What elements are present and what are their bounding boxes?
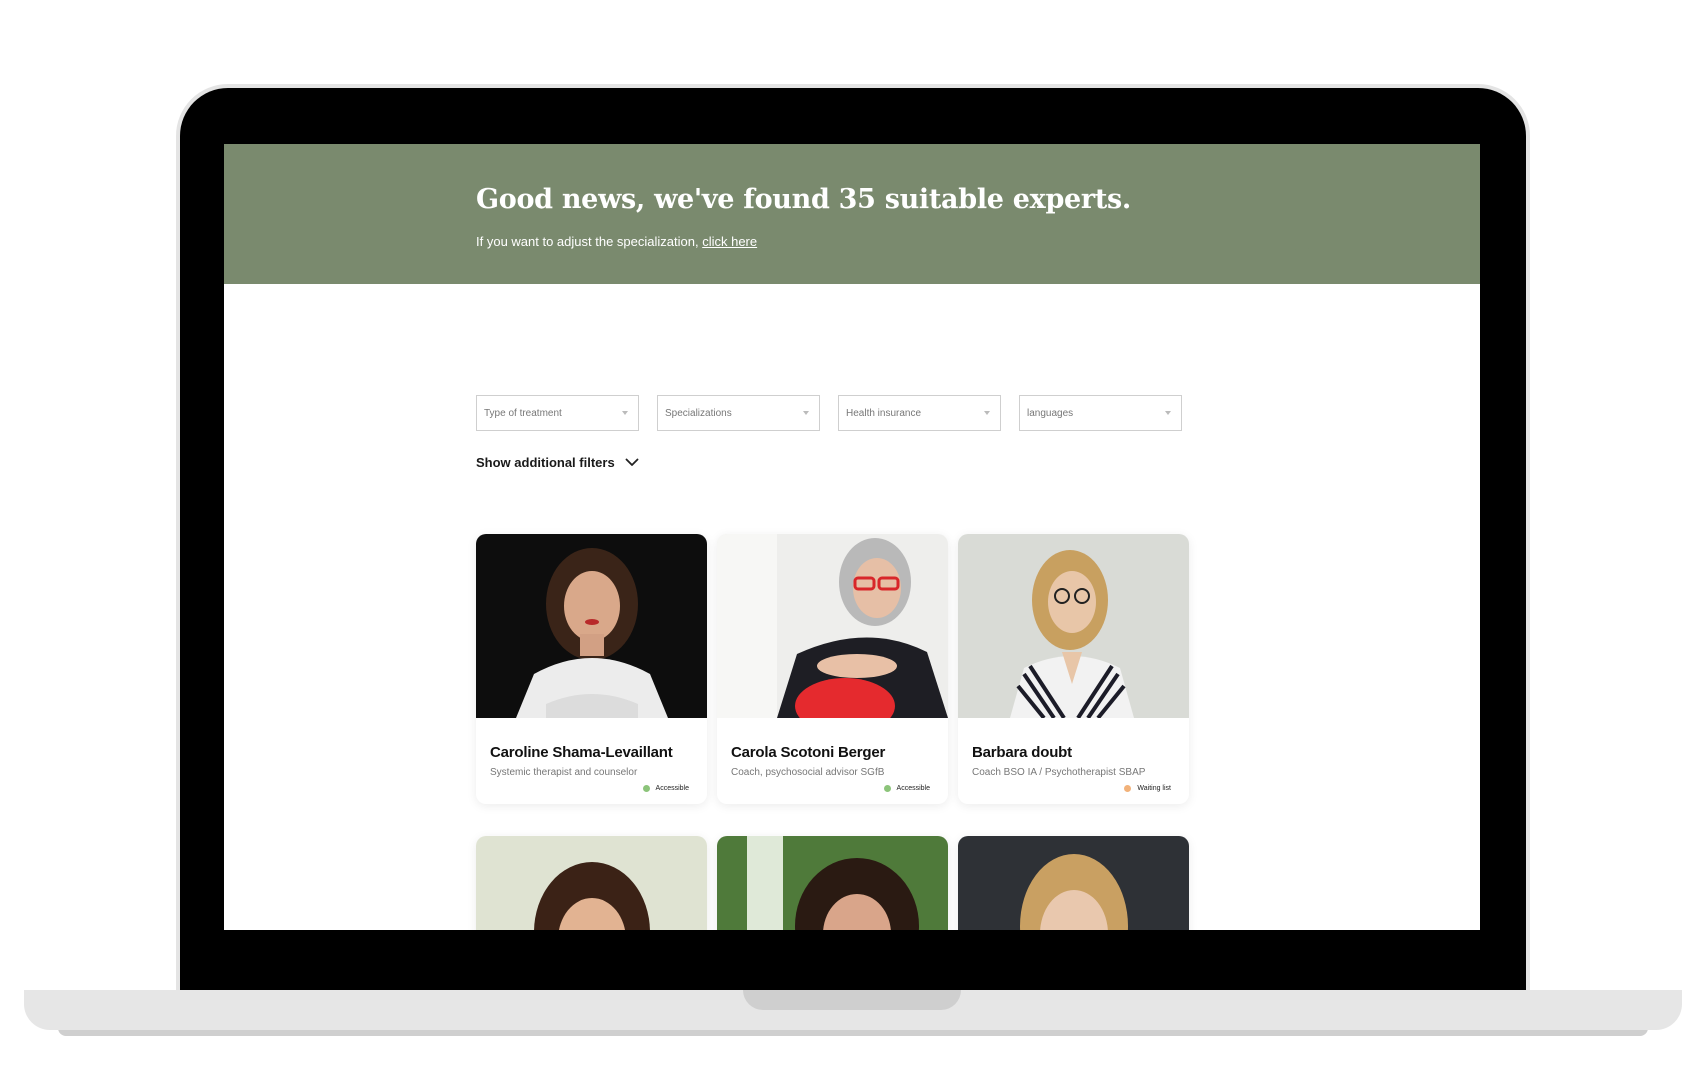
status-dot-icon: [642, 785, 650, 792]
hero-subtitle: If you want to adjust the specialization…: [476, 234, 757, 249]
health-insurance-label: Health insurance: [846, 407, 922, 419]
availability-label: Waiting list: [1137, 785, 1171, 792]
languages-select[interactable]: languages: [1019, 395, 1182, 431]
expert-photo: [717, 534, 948, 718]
expert-card[interactable]: [717, 836, 948, 930]
expert-photo: [958, 836, 1189, 930]
expert-role: Coach BSO IA / Psychotherapist SBAP: [972, 767, 1146, 778]
expert-role: Systemic therapist and counselor: [490, 767, 638, 778]
availability-badge: Accessible: [883, 785, 930, 792]
expert-card-body: Carola Scotoni Berger Coach, psychosocia…: [717, 718, 948, 804]
show-additional-filters-toggle[interactable]: Show additional filters: [476, 455, 639, 470]
adjust-specialization-link[interactable]: click here: [702, 234, 757, 249]
specializations-select[interactable]: Specializations: [657, 395, 820, 431]
expert-photo: [958, 534, 1189, 718]
expert-card[interactable]: Barbara doubt Coach BSO IA / Psychothera…: [958, 534, 1189, 804]
caret-down-icon: [1165, 411, 1171, 415]
health-insurance-select[interactable]: Health insurance: [838, 395, 1001, 431]
expert-card[interactable]: [476, 836, 707, 930]
expert-card-body: Caroline Shama-Levaillant Systemic thera…: [476, 718, 707, 804]
expert-photo: [476, 534, 707, 718]
chevron-down-icon: [625, 458, 639, 466]
expert-role: Coach, psychosocial advisor SGfB: [731, 767, 885, 778]
caret-down-icon: [984, 411, 990, 415]
caret-down-icon: [622, 411, 628, 415]
laptop-notch: [743, 990, 961, 1010]
expert-card[interactable]: Caroline Shama-Levaillant Systemic thera…: [476, 534, 707, 804]
expert-name: Caroline Shama-Levaillant: [490, 744, 673, 761]
filter-bar: Type of treatment Specializations Health…: [476, 395, 1182, 431]
expert-card[interactable]: [958, 836, 1189, 930]
type-of-treatment-select[interactable]: Type of treatment: [476, 395, 639, 431]
languages-label: languages: [1027, 407, 1074, 419]
caret-down-icon: [803, 411, 809, 415]
expert-name: Barbara doubt: [972, 744, 1072, 761]
specializations-label: Specializations: [665, 407, 732, 419]
browser-screen: Good news, we've found 35 suitable exper…: [224, 144, 1480, 930]
show-additional-filters-label: Show additional filters: [476, 455, 615, 470]
status-dot-icon: [883, 785, 891, 792]
expert-name: Carola Scotoni Berger: [731, 744, 886, 761]
expert-grid: Caroline Shama-Levaillant Systemic thera…: [476, 534, 1192, 930]
status-dot-icon: [1124, 785, 1132, 792]
type-of-treatment-label: Type of treatment: [484, 407, 562, 419]
expert-card-body: Barbara doubt Coach BSO IA / Psychothera…: [958, 718, 1189, 804]
hero-subtitle-text: If you want to adjust the specialization…: [476, 234, 699, 249]
availability-label: Accessible: [655, 785, 689, 792]
availability-badge: Waiting list: [1124, 785, 1171, 792]
expert-photo: [717, 836, 948, 930]
page-title: Good news, we've found 35 suitable exper…: [476, 184, 1131, 215]
availability-badge: Accessible: [642, 785, 689, 792]
availability-label: Accessible: [896, 785, 930, 792]
hero-wave: [224, 228, 1480, 274]
expert-photo: [476, 836, 707, 930]
expert-card[interactable]: Carola Scotoni Berger Coach, psychosocia…: [717, 534, 948, 804]
